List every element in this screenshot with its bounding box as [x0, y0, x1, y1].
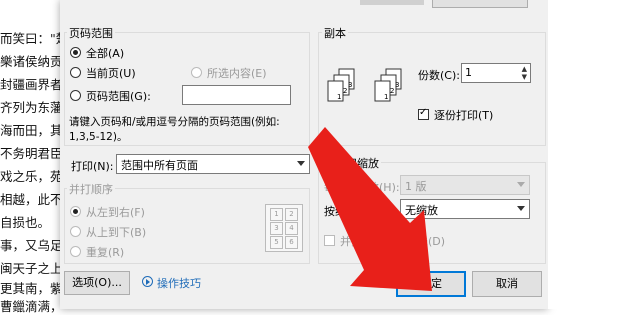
annotation-arrow-icon	[308, 127, 432, 291]
